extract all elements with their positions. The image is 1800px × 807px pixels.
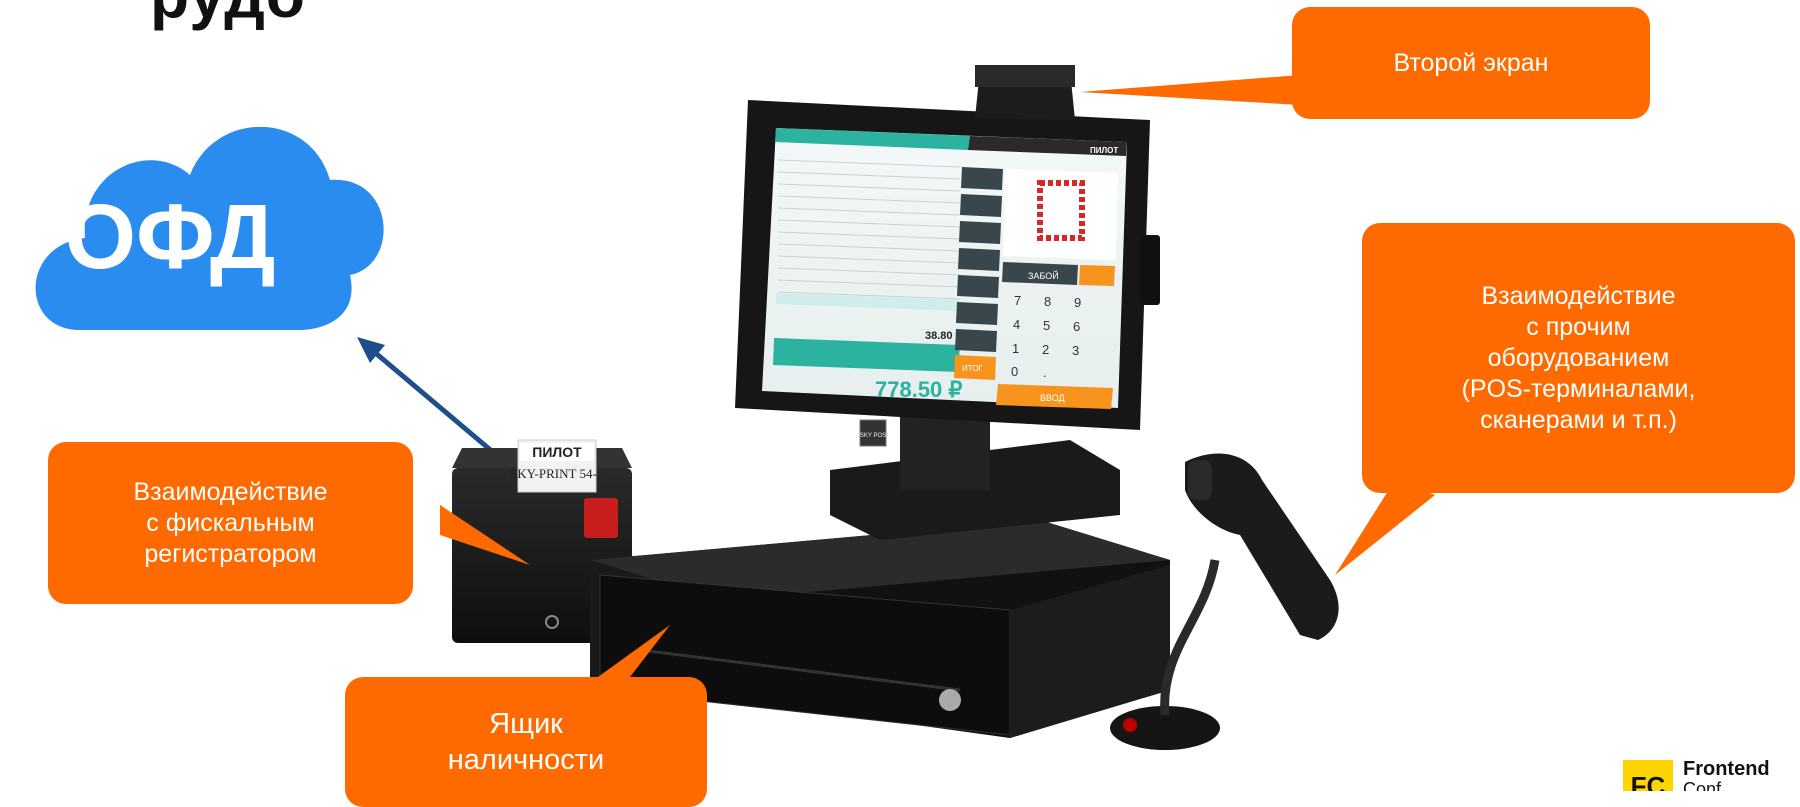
screen-sum: 38.80	[925, 330, 953, 342]
num-2: 2	[1042, 342, 1049, 357]
num-7: 7	[1014, 293, 1021, 308]
bezel-logo: SKY POS	[860, 433, 886, 439]
ofd-cloud: ОФД	[35, 126, 384, 330]
callout-other-equipment: Взаимодействие с прочим оборудованием (P…	[1362, 223, 1795, 493]
printer-brand: ПИЛОТ	[532, 444, 582, 460]
fc-name: Frontend	[1683, 758, 1770, 780]
callout-fiscal-registrar-text: Взаимодействие с фискальным регистраторо…	[133, 477, 328, 568]
callout-fiscal-registrar: Взаимодействие с фискальным регистраторо…	[48, 442, 413, 604]
ofd-arrow	[357, 337, 502, 460]
enter-label: ВВОД	[1040, 393, 1065, 403]
num-8: 8	[1044, 294, 1051, 309]
callout-second-screen: Второй экран	[1292, 7, 1650, 119]
callout-second-screen-text: Второй экран	[1393, 48, 1549, 77]
num-6: 6	[1073, 319, 1080, 334]
num-3: 3	[1072, 343, 1079, 358]
num-4: 4	[1013, 317, 1020, 332]
num-5: 5	[1043, 318, 1050, 333]
fc-sub: Conf	[1683, 779, 1722, 791]
num-dot: .	[1043, 365, 1047, 380]
fc-mark: FC	[1631, 771, 1666, 791]
callout-cash-drawer-text: Ящик наличности	[447, 708, 605, 776]
num-0: 0	[1011, 364, 1018, 379]
num-9: 9	[1074, 295, 1081, 310]
printer-model: SKY-PRINT 54-F	[510, 466, 604, 481]
callout-other-equipment-text: Взаимодействие с прочим оборудованием (P…	[1461, 281, 1696, 434]
callout-cash-drawer: Ящик наличности	[345, 677, 707, 807]
pay-label: ИТОГ	[962, 364, 984, 373]
backspace-label: ЗАБОЙ	[1028, 270, 1059, 281]
screen-total: 778.50 ₽	[875, 377, 962, 402]
screen-brand: ПИЛОТ	[1090, 146, 1118, 155]
ofd-label: ОФД	[65, 186, 276, 288]
pos-monitor: ПИЛОТ 38.80 778.50 ₽ ИТОГ ЗАБОЙ 7 8 9 4 …	[735, 65, 1160, 447]
num-1: 1	[1012, 341, 1019, 356]
frontend-conf-logo: FC Frontend Conf	[1623, 758, 1770, 791]
